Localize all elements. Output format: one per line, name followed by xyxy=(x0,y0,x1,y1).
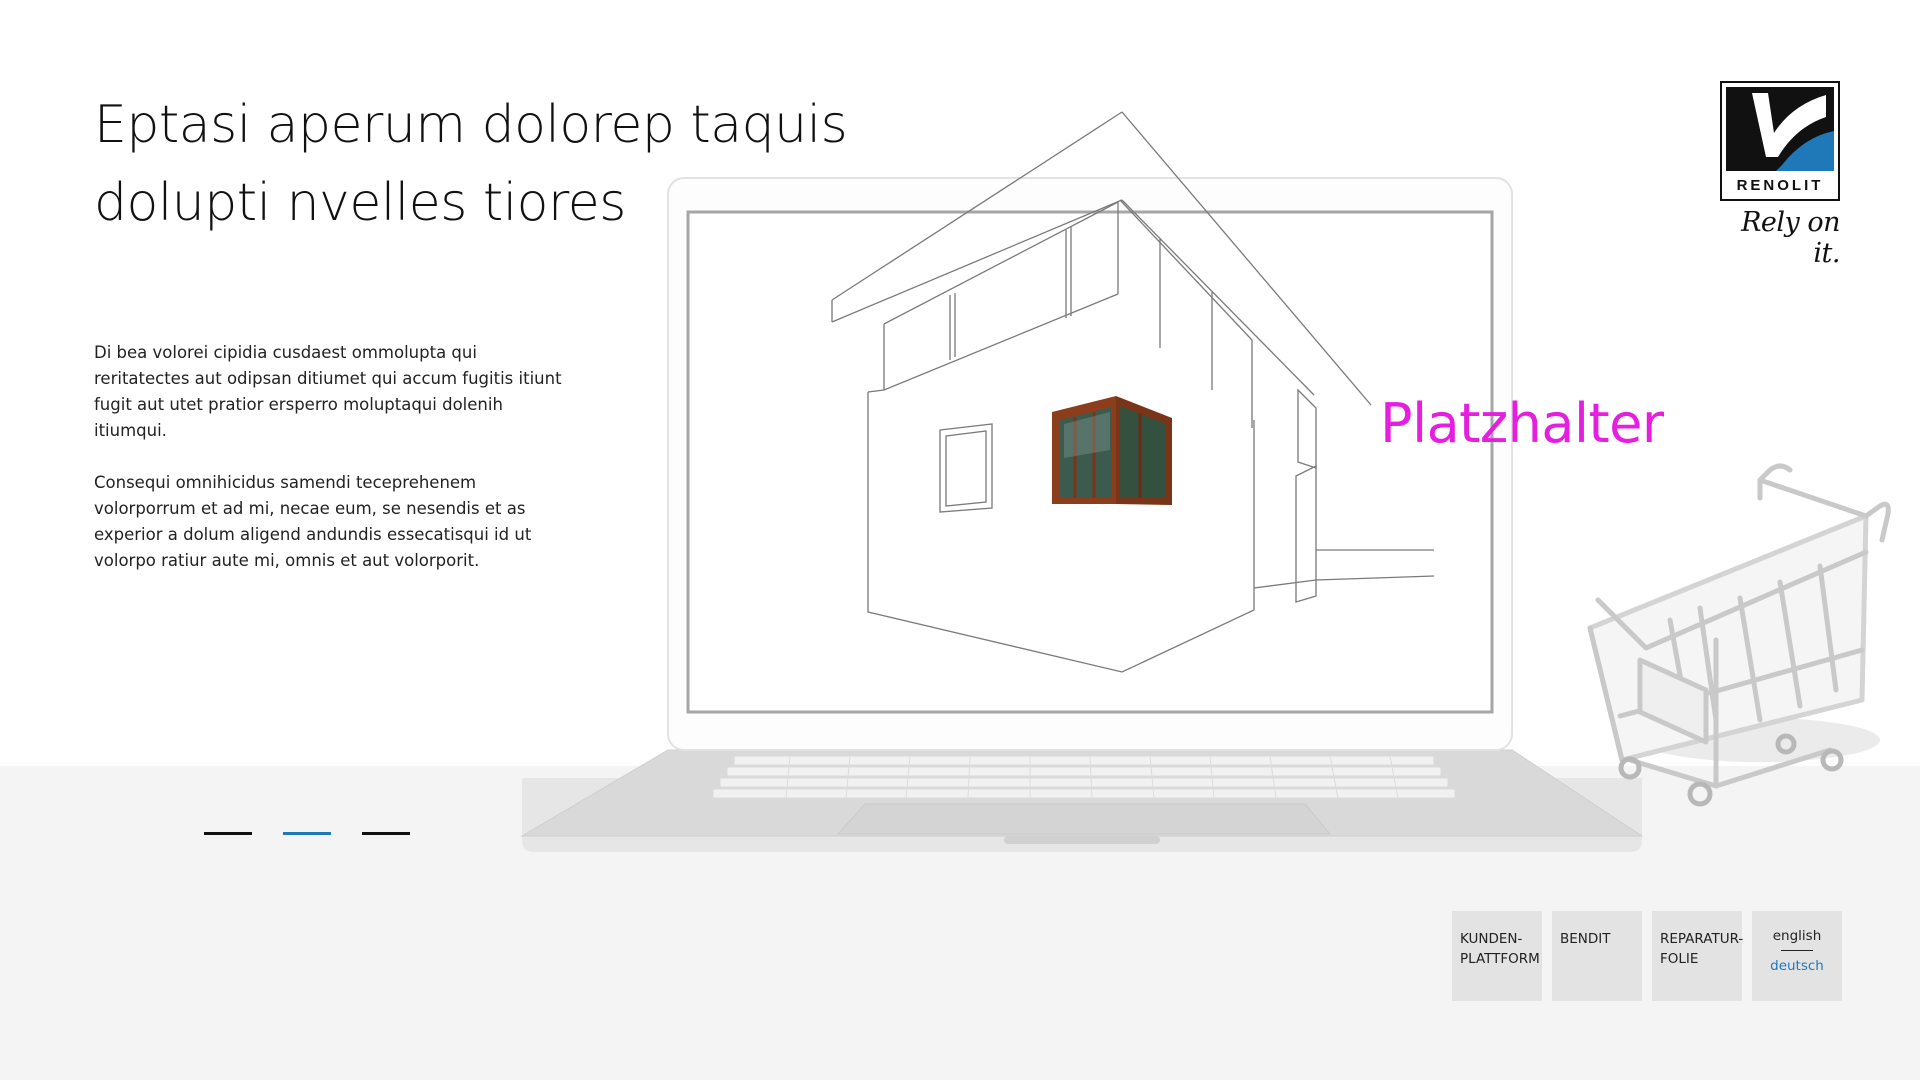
nav-tile-label: REPARATUR- xyxy=(1660,931,1744,947)
nav-tile-bendit[interactable]: BENDIT xyxy=(1552,911,1642,1001)
nav-tile-kundenplattform[interactable]: KUNDEN- PLATTFORM xyxy=(1452,911,1542,1001)
nav-tile-label: PLATTFORM xyxy=(1460,951,1540,967)
logo-mark xyxy=(1726,87,1834,171)
quick-nav: KUNDEN- PLATTFORM BENDIT REPARATUR- FOLI… xyxy=(1452,911,1842,1001)
shopping-cart-icon xyxy=(1587,463,1891,807)
intro-paragraph-1: Di bea volorei cipidia cusdaest ommolupt… xyxy=(94,343,562,440)
nav-tile-label: FOLIE xyxy=(1660,951,1699,967)
brand-name: RENOLIT xyxy=(1736,177,1824,194)
language-divider xyxy=(1781,950,1813,951)
brand-slogan: Rely on it. xyxy=(1741,207,1840,269)
slider-dot-1[interactable] xyxy=(204,832,252,835)
page-title-line-1: Eptasi aperum dolorep taquis xyxy=(94,95,848,155)
slider-dot-2[interactable] xyxy=(283,832,331,835)
slider-pagination xyxy=(204,832,410,835)
language-switcher: english deutsch xyxy=(1752,911,1842,1001)
nav-tile-label: BENDIT xyxy=(1560,931,1611,947)
intro-text: Di bea volorei cipidia cusdaest ommolupt… xyxy=(94,340,574,600)
language-deutsch-link[interactable]: deutsch xyxy=(1756,957,1838,975)
nav-tile-reparaturfolie[interactable]: REPARATUR- FOLIE xyxy=(1652,911,1744,1001)
nav-tile-label: KUNDEN- xyxy=(1460,931,1523,947)
laptop-icon xyxy=(520,177,1644,852)
page-title-line-2: dolupti nvelles tiores xyxy=(94,173,626,233)
page-title: Eptasi aperum dolorep taquis dolupti nve… xyxy=(94,86,854,242)
slider-dot-3[interactable] xyxy=(362,832,410,835)
placeholder-label: Platzhalter xyxy=(1380,392,1664,455)
brand-logo[interactable]: RENOLIT Rely on it. xyxy=(1720,81,1841,269)
intro-paragraph-2: Consequi omnihicidus samendi teceprehene… xyxy=(94,473,532,570)
house-sketch-icon xyxy=(831,111,1435,673)
window-photo xyxy=(1052,396,1172,505)
language-english-link[interactable]: english xyxy=(1756,927,1838,945)
renolit-logo-icon: RENOLIT xyxy=(1720,81,1840,201)
